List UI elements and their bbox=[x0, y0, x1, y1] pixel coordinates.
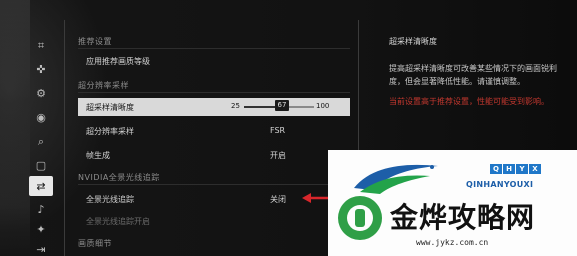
raytracing-sub-row[interactable]: 全景光线追踪开启 bbox=[78, 212, 350, 230]
gear-icon[interactable]: ⚙ bbox=[32, 84, 50, 102]
section-recommended: 推荐设置 bbox=[78, 37, 112, 46]
frame-generation-label: 帧生成 bbox=[86, 151, 110, 160]
tune-icon[interactable]: ⇄ bbox=[29, 176, 53, 196]
raytracing-value: 关闭 bbox=[270, 195, 286, 204]
slider-value: 67 bbox=[275, 100, 289, 111]
bird-logo-icon bbox=[354, 164, 438, 194]
gamepad-icon[interactable]: ⌗ bbox=[32, 36, 50, 54]
supersampling-method-label: 超分辨率采样 bbox=[86, 127, 134, 136]
slider-max: 100 bbox=[316, 102, 330, 110]
rail-divider bbox=[64, 20, 65, 256]
description-warning: 当前设置高于推荐设置，性能可能受到影响。 bbox=[389, 97, 549, 106]
eye-icon[interactable]: ◉ bbox=[32, 108, 50, 126]
frame-generation-row[interactable]: 帧生成 开启 bbox=[78, 146, 350, 164]
apply-recommended-label: 应用推荐画质等级 bbox=[86, 57, 150, 66]
supersampling-method-value: FSR bbox=[270, 126, 286, 135]
supersampling-sharpness-row[interactable]: 超采样清晰度 25 67 100 bbox=[78, 98, 350, 116]
description-title: 超采样清晰度 bbox=[389, 37, 437, 46]
badge-letter: Q bbox=[490, 164, 502, 174]
watermark: Q H Y X QINHANYOUXI 金烨攻略网 www.jykz.com.c… bbox=[328, 150, 577, 256]
audio-icon[interactable]: ♪ bbox=[32, 200, 50, 218]
plug-logo-icon bbox=[338, 196, 382, 240]
badge-letter: X bbox=[529, 164, 541, 174]
brand-url: www.jykz.com.cn bbox=[416, 238, 489, 247]
exit-icon[interactable]: ⇥ bbox=[32, 240, 50, 256]
section-raytracing: NVIDIA全景光线追踪 bbox=[78, 173, 160, 182]
search-icon[interactable]: ⌕ bbox=[32, 132, 50, 150]
raytracing-sub-label: 全景光线追踪开启 bbox=[86, 217, 150, 226]
supersampling-sharpness-label: 超采样清晰度 bbox=[86, 103, 134, 112]
brand-en: QINHANYOUXI bbox=[466, 180, 534, 189]
monitor-icon[interactable]: ▢ bbox=[32, 156, 50, 174]
frame-generation-value: 开启 bbox=[270, 151, 286, 160]
slider-min: 25 bbox=[231, 102, 240, 110]
accessibility-icon[interactable]: ✦ bbox=[32, 220, 50, 238]
apply-recommended-row[interactable]: 应用推荐画质等级 bbox=[78, 52, 350, 70]
badge-letter: Y bbox=[516, 164, 528, 174]
section-quality: 画质细节 bbox=[78, 239, 112, 248]
brand-badge: Q H Y X bbox=[490, 164, 541, 174]
category-rail: ⌗ ✜ ⚙ ◉ ⌕ ▢ ⇄ ♪ ✦ ⇥ bbox=[28, 28, 54, 256]
controller-icon[interactable]: ✜ bbox=[32, 60, 50, 78]
arrow-icon bbox=[302, 193, 330, 203]
description-body: 提高超采样清晰度可改善某些情况下的画面锐利度，但会显著降低性能。请谨慎调整。 bbox=[389, 64, 557, 86]
badge-letter: H bbox=[503, 164, 515, 174]
raytracing-label: 全景光线追踪 bbox=[86, 195, 134, 204]
smoke-decoration bbox=[0, 0, 30, 256]
section-divider bbox=[78, 184, 350, 185]
supersampling-method-row[interactable]: 超分辨率采样 FSR bbox=[78, 122, 350, 140]
section-supersampling: 超分辨率采样 bbox=[78, 81, 129, 90]
section-divider bbox=[78, 48, 350, 49]
brand-cn: 金烨攻略网 bbox=[390, 201, 536, 234]
section-divider bbox=[78, 92, 350, 93]
